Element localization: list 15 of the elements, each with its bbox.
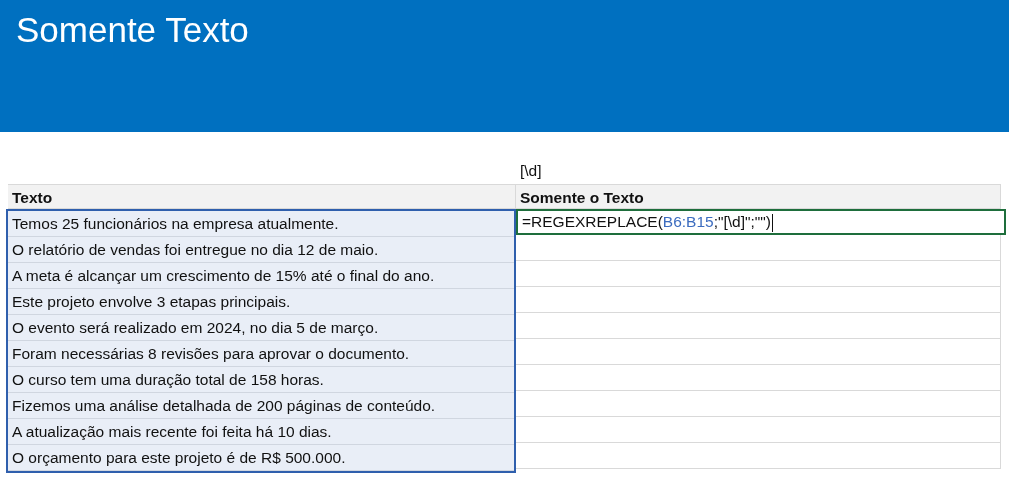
formula-cell[interactable]: =REGEXREPLACE(B6:B15;"[\d]";"") (516, 209, 1006, 235)
banner-title: Somente Texto (16, 10, 249, 50)
table-cell: Foram necessárias 8 revisões para aprovar o documento. (8, 341, 514, 367)
table-cell: O relatório de vendas foi entregue no dia 12 de maio. (8, 237, 514, 263)
table-cell: A atualização mais recente foi feita há 10 dias. (8, 419, 514, 445)
column-header: Somente o Texto (516, 184, 1001, 209)
pattern-note: [\d] (519, 161, 543, 181)
table-cell: Temos 25 funcionários na empresa atualmente. (8, 211, 514, 237)
table-cell: Fizemos uma análise detalhada de 200 páginas de conteúdo. (8, 393, 514, 419)
column-header: Texto (8, 184, 516, 209)
table-cell: O orçamento para este projeto é de R$ 500.000. (8, 445, 514, 471)
table-cell: A meta é alcançar um crescimento de 15% até o final do ano. (8, 263, 514, 289)
table-cell: Este projeto envolve 3 etapas principais. (8, 289, 514, 315)
table-cell: O curso tem uma duração total de 158 horas. (8, 367, 514, 393)
table-cell: O evento será realizado em 2024, no dia 5 de março. (8, 315, 514, 341)
